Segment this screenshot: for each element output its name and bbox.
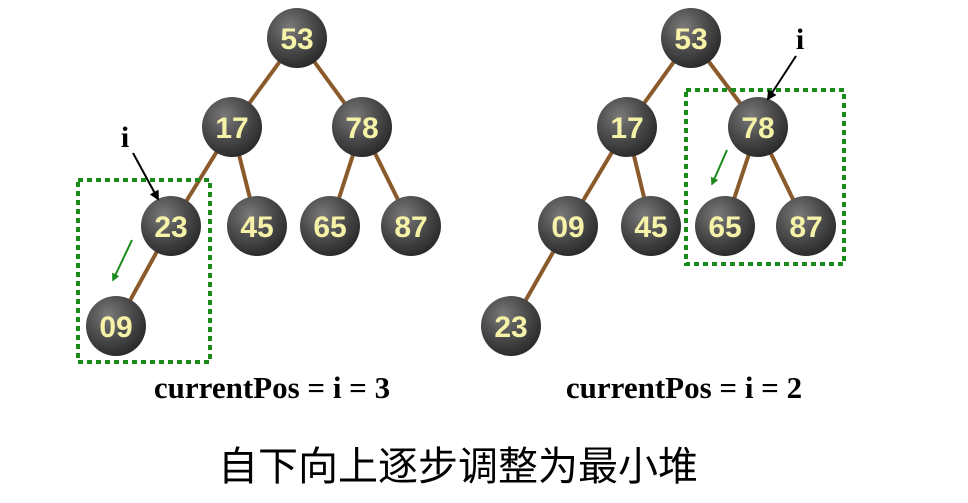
node-label: 53 (280, 23, 313, 56)
right-tree-edges (509, 36, 808, 328)
swap-arrow-right (710, 149, 728, 186)
tree-node: 65 (300, 196, 360, 256)
swap-arrow-left (112, 239, 133, 282)
node-label: 45 (634, 211, 667, 244)
tree-node: 53 (661, 8, 721, 68)
node-label: 09 (99, 311, 132, 344)
node-label: 65 (313, 211, 346, 244)
tree-node: 23 (481, 296, 541, 356)
node-label: 53 (674, 23, 707, 56)
node-label: 17 (610, 112, 643, 145)
tree-node: 09 (538, 196, 598, 256)
node-label: 45 (240, 211, 273, 244)
tree-node: 87 (776, 196, 836, 256)
node-label: 23 (494, 311, 527, 344)
tree-node: 65 (695, 196, 755, 256)
tree-node: 09 (86, 296, 146, 356)
caption-left: currentPos = i = 3 (154, 370, 390, 405)
pointer-i-arrow (766, 55, 797, 101)
node-label: 87 (789, 211, 822, 244)
tree-node: 53 (267, 8, 327, 68)
heap-adjust-diagram: 53 17 78 23 45 65 87 09 i currentPos = i… (76, 8, 846, 490)
tree-node: 45 (621, 196, 681, 256)
tree-node: 78 (332, 97, 392, 157)
tree-node: 87 (381, 196, 441, 256)
node-label: 65 (708, 211, 741, 244)
tree-node: 45 (227, 196, 287, 256)
pointer-i-arrow (132, 152, 159, 201)
pointer-i-label: i (796, 23, 804, 56)
node-label: 87 (394, 211, 427, 244)
node-label: 23 (154, 211, 187, 244)
right-tree: 53 17 78 09 45 65 87 23 i currentPos = i… (481, 8, 846, 405)
pointer-i-label: i (121, 121, 129, 154)
tree-node: 17 (202, 97, 262, 157)
caption-right: currentPos = i = 2 (566, 370, 802, 405)
tree-node: 23 (141, 196, 201, 256)
node-label: 17 (215, 112, 248, 145)
tree-node: 78 (728, 97, 788, 157)
left-tree: 53 17 78 23 45 65 87 09 i currentPos = i… (76, 8, 441, 405)
node-label: 78 (741, 112, 774, 145)
node-label: 78 (345, 112, 378, 145)
tree-node: 17 (597, 97, 657, 157)
page-heading: 自下向上逐步调整为最小堆 (218, 444, 698, 490)
node-label: 09 (551, 211, 584, 244)
